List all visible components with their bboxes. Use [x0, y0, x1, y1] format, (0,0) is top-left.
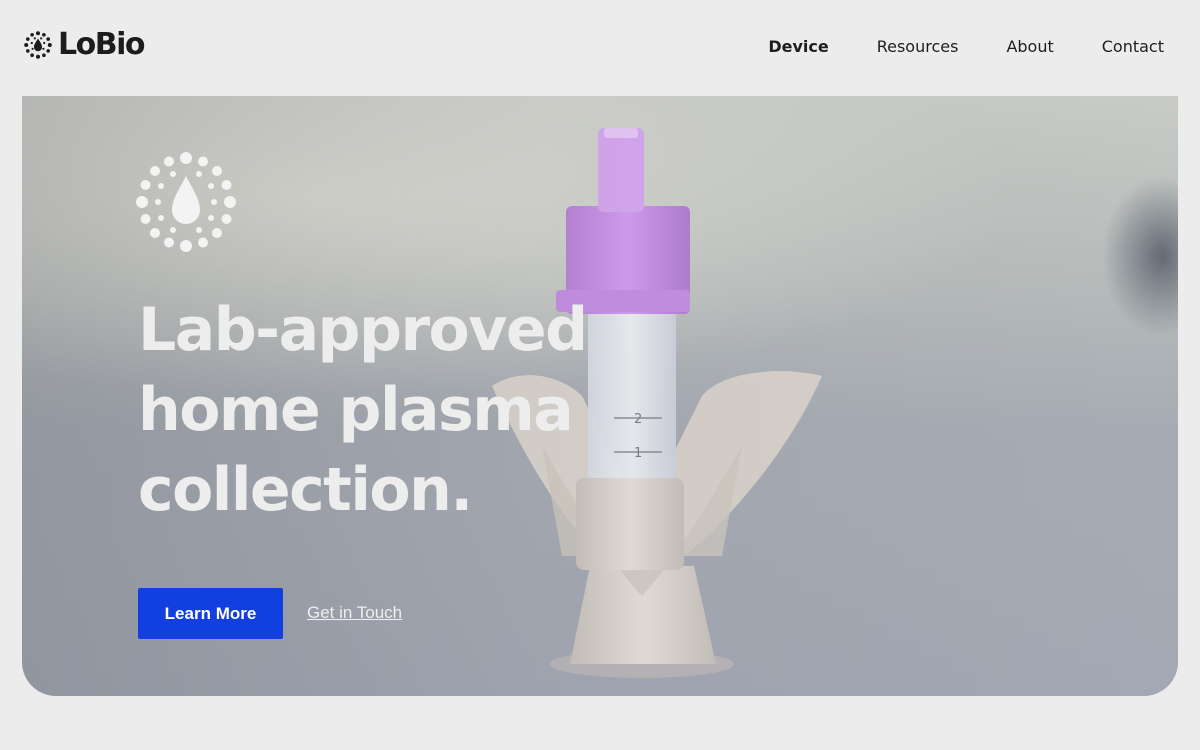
learn-more-button[interactable]: Learn More	[138, 588, 283, 639]
get-in-touch-link[interactable]: Get in Touch	[307, 602, 402, 624]
dotted-ring-drop-icon	[136, 152, 236, 252]
nav-device[interactable]: Device	[768, 36, 828, 58]
hero-headline: Lab-approved home plasma collection.	[138, 290, 698, 530]
nav-contact[interactable]: Contact	[1102, 36, 1164, 58]
headline-line-2: home plasma	[138, 375, 574, 445]
nav-about[interactable]: About	[1006, 36, 1053, 58]
brand-logo-icon	[24, 31, 52, 59]
main-nav: Device Resources About Contact	[720, 36, 1164, 58]
hero-section: 2 1 Lab-approved home plasma collection.	[22, 96, 1178, 696]
brand-name: LoBio	[58, 27, 146, 62]
headline-line-1: Lab-approved	[138, 295, 588, 365]
nav-resources[interactable]: Resources	[877, 36, 959, 58]
brand-logo-link[interactable]: LoBio	[24, 27, 146, 62]
site-header: LoBio Device Resources About Contact	[0, 0, 1200, 96]
headline-line-3: collection.	[138, 455, 473, 525]
